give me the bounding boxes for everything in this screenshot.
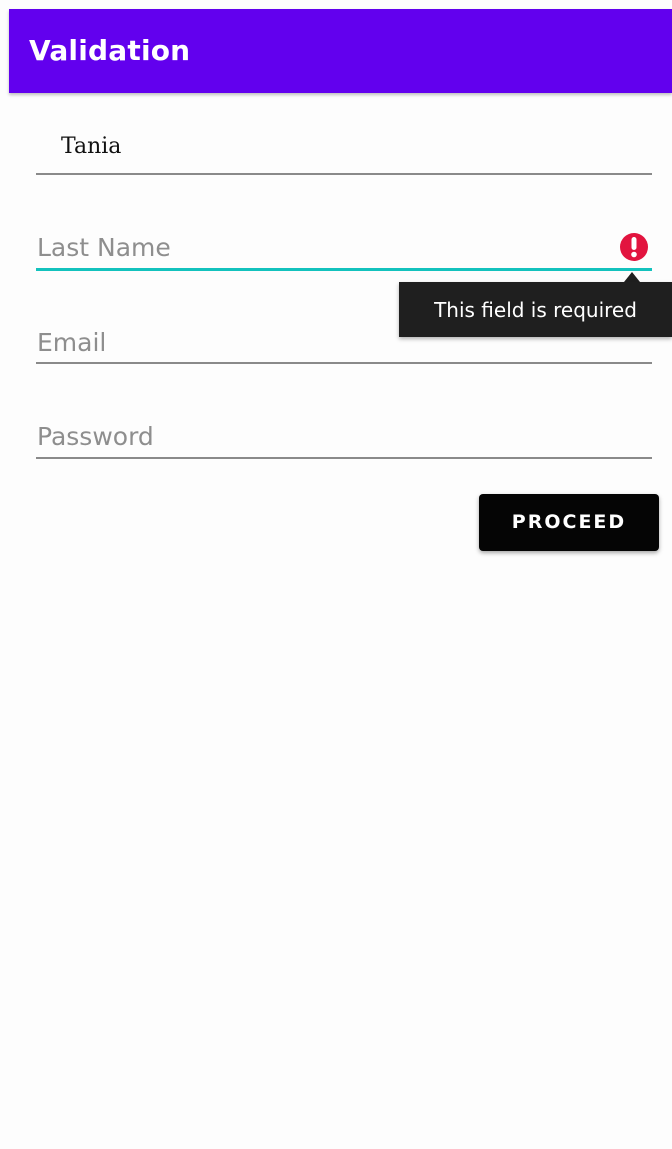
last-name-underline — [36, 268, 652, 271]
proceed-label: PROCEED — [511, 511, 627, 533]
app-bar: Validation — [9, 9, 672, 93]
password-placeholder: Password — [37, 422, 154, 451]
first-name-value: Tania — [61, 134, 122, 159]
last-name-placeholder: Last Name — [37, 233, 171, 262]
proceed-button[interactable]: PROCEED — [479, 494, 659, 551]
email-field[interactable]: Email — [36, 326, 652, 366]
last-name-field[interactable]: Last Name — [36, 230, 652, 274]
email-placeholder: Email — [37, 328, 107, 357]
password-field[interactable]: Password — [36, 421, 652, 461]
app-title: Validation — [29, 34, 191, 67]
tooltip-arrow — [624, 272, 640, 282]
email-underline — [36, 362, 652, 364]
first-name-underline — [36, 173, 652, 175]
error-message: This field is required — [434, 298, 637, 322]
error-circle-icon[interactable] — [617, 230, 651, 264]
first-name-field[interactable]: Tania — [36, 128, 652, 176]
password-underline — [36, 457, 652, 459]
